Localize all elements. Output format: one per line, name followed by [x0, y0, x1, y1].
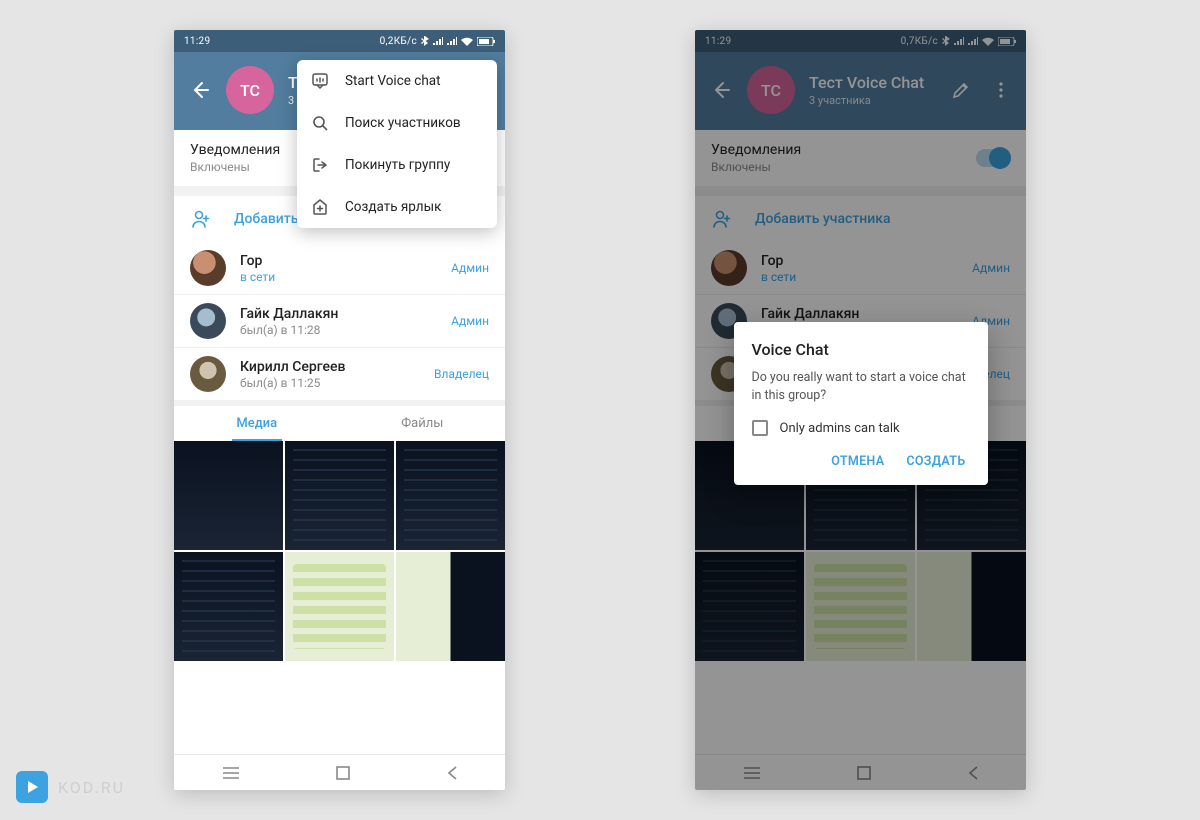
- member-status: в сети: [240, 270, 451, 284]
- avatar-initials: TC: [240, 81, 260, 100]
- menu-start-voice-chat[interactable]: Start Voice chat: [297, 60, 497, 102]
- media-thumbnail[interactable]: [285, 552, 394, 661]
- status-indicators: 0,2КБ/с: [380, 36, 495, 47]
- member-avatar: [190, 250, 226, 286]
- wifi-icon: [461, 37, 473, 46]
- phone-left: 11:29 0,2КБ/с TC Тест Voice Chat 3 участ…: [174, 30, 505, 790]
- menu-label: Start Voice chat: [345, 73, 441, 89]
- dialog-body: Do you really want to start a voice chat…: [752, 369, 970, 404]
- member-status: был(а) в 11:25: [240, 376, 434, 390]
- checkbox-icon[interactable]: [752, 420, 768, 436]
- member-role: Админ: [451, 314, 489, 328]
- media-grid: [174, 441, 505, 661]
- menu-search-members[interactable]: Поиск участников: [297, 102, 497, 144]
- dialog-checkbox-row[interactable]: Only admins can talk: [752, 420, 970, 436]
- media-thumbnail[interactable]: [396, 552, 505, 661]
- member-name: Гайк Даллакян: [240, 306, 451, 322]
- signal-icon: [433, 37, 443, 45]
- status-time: 11:29: [184, 36, 210, 47]
- member-avatar: [190, 356, 226, 392]
- media-thumbnail[interactable]: [285, 441, 394, 550]
- menu-label: Создать ярлык: [345, 199, 441, 215]
- dialog-cancel-button[interactable]: ОТМЕНА: [827, 446, 888, 477]
- system-nav-bar: [174, 754, 505, 790]
- voice-chat-dialog: Voice Chat Do you really want to start a…: [734, 322, 988, 485]
- menu-create-shortcut[interactable]: Создать ярлык: [297, 186, 497, 228]
- menu-label: Покинуть группу: [345, 157, 450, 173]
- search-icon: [311, 114, 329, 132]
- leave-icon: [311, 156, 329, 174]
- member-name: Гор: [240, 253, 451, 269]
- nav-recents-icon[interactable]: [223, 766, 239, 780]
- group-avatar: TC: [226, 66, 274, 114]
- media-thumbnail[interactable]: [174, 441, 283, 550]
- bluetooth-icon: [421, 36, 429, 46]
- tab-files[interactable]: Файлы: [340, 406, 506, 441]
- signal-icon: [447, 37, 457, 45]
- dialog-create-button[interactable]: СОЗДАТЬ: [902, 446, 969, 477]
- nav-back-icon[interactable]: [447, 766, 457, 780]
- menu-leave-group[interactable]: Покинуть группу: [297, 144, 497, 186]
- member-row[interactable]: Гайк Даллакян был(а) в 11:28 Админ: [174, 294, 505, 347]
- member-row[interactable]: Гор в сети Админ: [174, 242, 505, 294]
- dialog-title: Voice Chat: [752, 340, 970, 359]
- dialog-checkbox-label: Only admins can talk: [780, 421, 900, 436]
- dialog-actions: ОТМЕНА СОЗДАТЬ: [752, 446, 970, 477]
- overflow-menu: Start Voice chat Поиск участников Покину…: [297, 60, 497, 228]
- member-status: был(а) в 11:28: [240, 323, 451, 337]
- voice-chat-icon: [311, 72, 329, 90]
- member-avatar: [190, 303, 226, 339]
- member-name: Кирилл Сергеев: [240, 359, 434, 375]
- member-row[interactable]: Кирилл Сергеев был(а) в 11:25 Владелец: [174, 347, 505, 400]
- status-bar: 11:29 0,2КБ/с: [174, 30, 505, 52]
- watermark-text: KOD.RU: [58, 778, 125, 797]
- add-user-icon: [190, 210, 210, 228]
- watermark-logo-icon: [16, 771, 48, 803]
- tab-files-label: Файлы: [401, 416, 443, 431]
- watermark: KOD.RU: [16, 771, 125, 803]
- tab-media-label: Медиа: [236, 416, 277, 431]
- media-tabs: Медиа Файлы: [174, 406, 505, 441]
- member-role: Владелец: [434, 367, 489, 381]
- media-thumbnail[interactable]: [174, 552, 283, 661]
- status-net-speed: 0,2КБ/с: [380, 36, 417, 47]
- back-button[interactable]: [188, 78, 212, 102]
- nav-home-icon[interactable]: [336, 766, 350, 780]
- phone-right: 11:29 0,7КБ/с TC Тест Voice Chat 3 участ…: [695, 30, 1026, 790]
- battery-icon: [477, 37, 495, 46]
- member-role: Админ: [451, 261, 489, 275]
- tab-media[interactable]: Медиа: [174, 406, 340, 441]
- media-thumbnail[interactable]: [396, 441, 505, 550]
- menu-label: Поиск участников: [345, 115, 461, 131]
- shortcut-icon: [311, 198, 329, 216]
